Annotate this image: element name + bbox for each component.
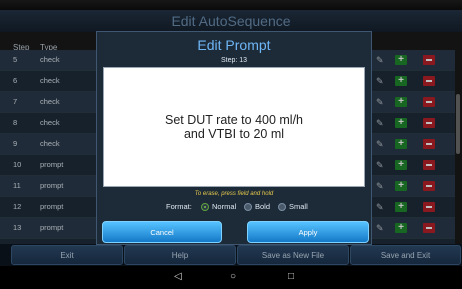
apply-button[interactable]: Apply [247, 221, 369, 243]
dialog-step-label: Step: 13 [220, 57, 248, 64]
radio-icon [244, 203, 252, 211]
radio-selected-icon [201, 203, 209, 211]
recent-apps-icon[interactable]: □ [288, 271, 294, 283]
prompt-text: Set DUT rate to 400 ml/h and VTBI to 20 … [164, 113, 304, 141]
edit-prompt-dialog: Edit Prompt Step: 13 Set DUT rate to 400… [96, 31, 372, 245]
radio-label: Bold [255, 202, 271, 211]
screen: Edit AutoSequence Step Type 5 check ✎ + … [0, 0, 462, 289]
erase-hint: To erase, press field and hold [194, 191, 274, 197]
back-icon[interactable]: ◁ [174, 271, 182, 283]
radio-label: Small [289, 202, 308, 211]
system-nav-bar: ◁ ○ □ [0, 266, 462, 289]
radio-icon [278, 203, 286, 211]
format-label: Format: [166, 202, 192, 211]
home-icon[interactable]: ○ [230, 271, 236, 283]
format-options: Format: Normal Bold Small [97, 201, 371, 213]
cancel-button[interactable]: Cancel [102, 221, 222, 243]
prompt-text-field[interactable]: Set DUT rate to 400 ml/h and VTBI to 20 … [103, 67, 365, 187]
radio-label: Normal [212, 202, 237, 211]
dialog-title: Edit Prompt [197, 37, 271, 53]
